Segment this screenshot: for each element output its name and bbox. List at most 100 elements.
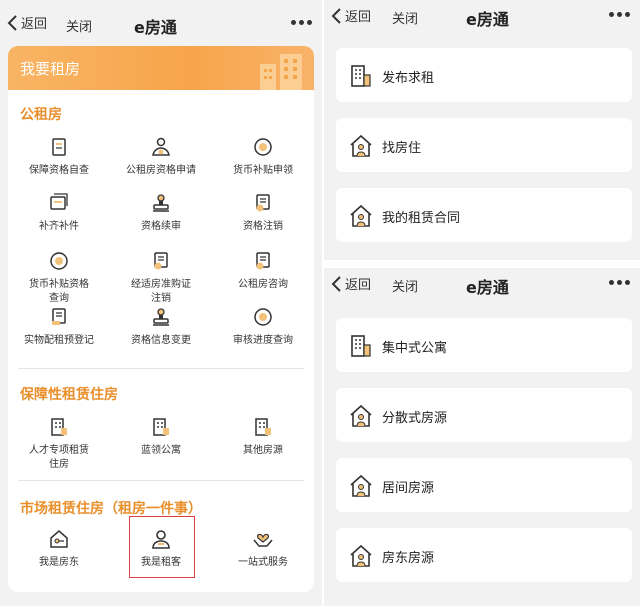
list-item-label: 集中式公寓 [382,341,448,356]
section-title-public-rental: 公租房 [20,107,62,123]
close-button[interactable]: 关闭 [392,276,418,295]
list-item-label: 我的租赁合同 [382,211,461,226]
list-item-label: 居间房源 [382,481,435,496]
grid-item-permit-cancel[interactable]: 经适房准购证 注销 [110,250,212,306]
navbar: 返回 关闭 e房通 [324,0,640,46]
list-item-label: 分散式房源 [382,411,448,426]
document-pen-icon [52,308,66,325]
stamp-icon [153,194,169,212]
section-title-affordable-rental: 保障性租赁住房 [20,387,118,403]
close-button[interactable]: 关闭 [392,8,418,27]
highlight-box [129,516,195,578]
navbar: 返回 关闭 e房通 [0,0,322,46]
building-icon [255,418,271,436]
list-item-centralized-apartment[interactable]: 集中式公寓 [336,318,632,372]
service-card: 我要租房 公租房 保障资格自查 公租房资格申请 货币补贴申领 补齐补件 资格续审… [8,46,314,592]
house-person-icon [350,204,372,227]
grid-item-public-rental-apply[interactable]: 公租房资格申请 [110,136,212,178]
document-coin-icon [256,252,270,270]
coin-icon [254,308,272,326]
grid-item-label: 公租房咨询 [238,279,288,290]
document-coin-icon [256,194,270,212]
grid-item-label: 人才专项租赁 住房 [29,445,89,470]
grid-item-cancellation[interactable]: 资格注销 [212,192,314,234]
grid-item-label: 货币补贴资格 查询 [29,279,89,304]
person-medal-icon [152,137,170,156]
building-icon [51,418,67,436]
list-item-landlord-listings[interactable]: 房东房源 [336,528,632,582]
grid-item-other-listings[interactable]: 其他房源 [212,416,314,458]
chevron-left-icon [331,275,341,292]
coin-icon [50,252,68,270]
grid-item-pre-registration[interactable]: 实物配租预登记 [8,306,110,348]
grid-item-one-stop-service[interactable]: 一站式服务 [212,528,314,570]
grid-item-talent-housing[interactable]: 人才专项租赁 住房 [8,416,110,472]
document-coin-icon [154,252,168,270]
back-button[interactable]: 返回 [330,274,371,293]
chevron-left-icon [331,7,341,24]
coin-icon [254,138,272,156]
grid-item-label: 货币补贴申领 [233,165,293,176]
page-title: e房通 [466,278,509,297]
list-item-distributed-listings[interactable]: 分散式房源 [336,388,632,442]
more-icon[interactable] [288,20,312,25]
grid-item-label: 资格续审 [141,221,181,232]
list-item-agency-listings[interactable]: 居间房源 [336,458,632,512]
grid-item-label: 补齐补件 [39,221,79,232]
grid-item-subsidy-claim[interactable]: 货币补贴申领 [212,136,314,178]
right-top-screen: 返回 关闭 e房通 发布求租 找房住 我的租赁合同 [324,0,640,260]
back-button[interactable]: 返回 [6,13,47,32]
grid-item-label: 资格信息变更 [131,335,191,346]
list-item-label: 找房住 [382,141,422,156]
grid-item-label: 一站式服务 [238,557,288,568]
chevron-left-icon [7,14,17,31]
grid-item-renewal[interactable]: 资格续审 [110,192,212,234]
house-person-icon [350,474,372,497]
list-item-my-contract[interactable]: 我的租赁合同 [336,188,632,242]
banner-title: 我要租房 [20,60,81,78]
checklist-icon [52,138,66,156]
grid-item-info-change[interactable]: 资格信息变更 [110,306,212,348]
grid-item-eligibility-check[interactable]: 保障资格自查 [8,136,110,178]
list-item-label: 房东房源 [382,551,435,566]
back-button[interactable]: 返回 [330,6,371,25]
grid-item-label: 其他房源 [243,445,283,456]
house-person-icon [350,544,372,567]
grid-item-landlord[interactable]: 我是房东 [8,528,110,570]
left-screen: 返回 关闭 e房通 我要租房 公租房 保障资格自查 公租房资格申请 货币补贴申领… [0,0,322,606]
grid-item-label: 经适房准购证 注销 [131,279,191,304]
back-label: 返回 [345,278,372,293]
document-stack-icon [50,193,68,210]
page-title: e房通 [134,18,177,37]
grid-item-label: 审核进度查询 [233,335,293,346]
list-item-label: 发布求租 [382,71,435,86]
close-button[interactable]: 关闭 [66,16,92,35]
more-icon[interactable] [606,12,630,17]
grid-item-label: 保障资格自查 [29,165,89,176]
grid-item-progress-query[interactable]: 审核进度查询 [212,306,314,348]
house-person-icon [350,134,372,157]
back-label: 返回 [345,10,372,25]
stamp-icon [153,308,169,326]
buildings-illustration-icon [260,54,302,90]
grid-item-supplement[interactable]: 补齐补件 [8,192,110,234]
grid-item-label: 实物配租预登记 [24,335,94,346]
more-icon[interactable] [606,280,630,285]
apartment-building-icon [351,335,371,357]
list-item-find-home[interactable]: 找房住 [336,118,632,172]
grid-item-label: 蓝领公寓 [141,445,181,456]
right-bottom-screen: 返回 关闭 e房通 集中式公寓 分散式房源 居间房源 房东房源 [324,268,640,606]
grid-item-consultation[interactable]: 公租房咨询 [212,250,314,292]
grid-item-label: 我是房东 [39,557,79,568]
page-title: e房通 [466,10,509,29]
apartment-building-icon [351,65,371,87]
grid-item-label: 资格注销 [243,221,283,232]
section-title-market-rental: 市场租赁住房（租房一件事） [20,501,202,517]
house-person-icon [350,404,372,427]
grid-item-subsidy-query[interactable]: 货币补贴资格 查询 [8,250,110,306]
building-icon [153,418,169,436]
divider [18,368,304,369]
grid-item-blue-collar-apartment[interactable]: 蓝领公寓 [110,416,212,458]
navbar: 返回 关闭 e房通 [324,268,640,314]
list-item-publish-request[interactable]: 发布求租 [336,48,632,102]
